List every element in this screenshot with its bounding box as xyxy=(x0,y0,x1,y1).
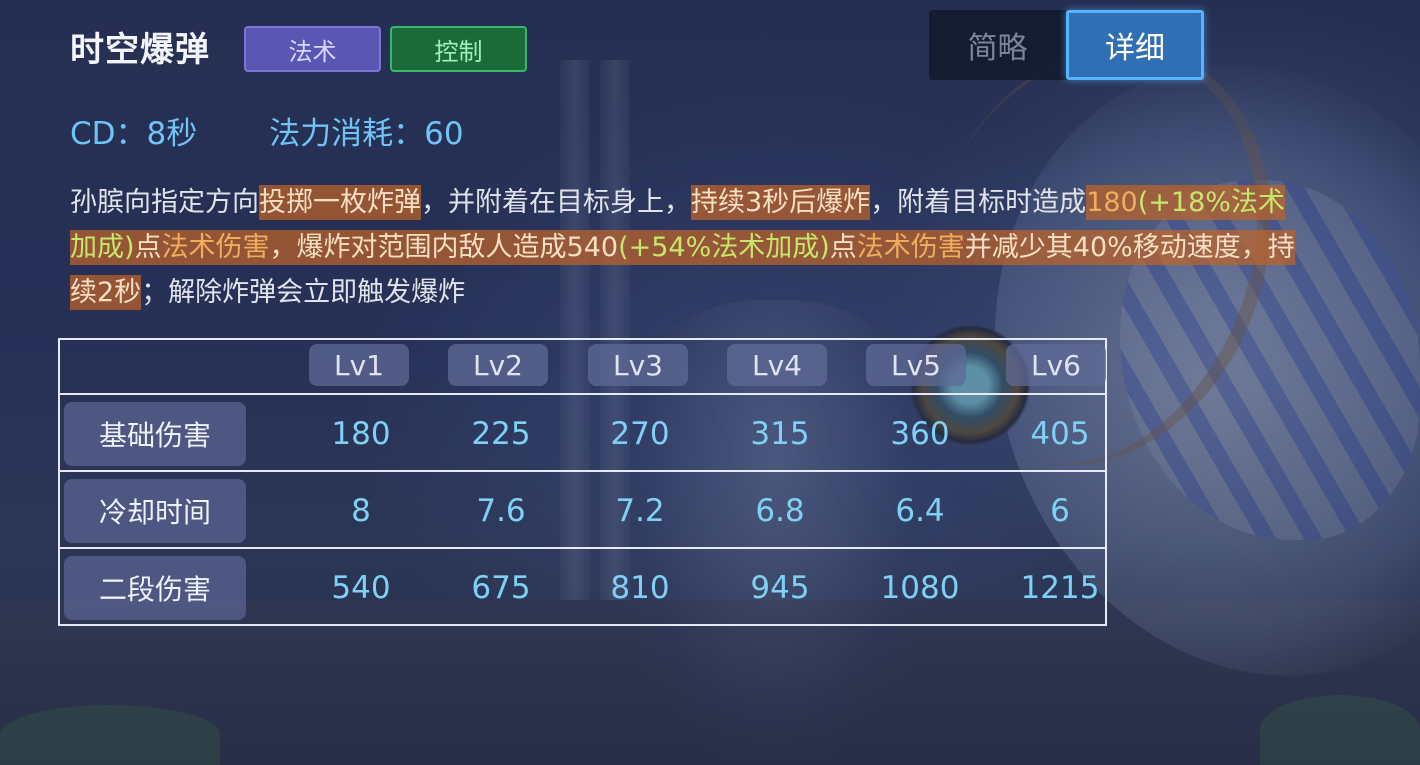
table-cell: 360 xyxy=(890,416,950,452)
table-cell: 675 xyxy=(471,570,531,606)
description-scaling: (+54%法术加成) xyxy=(618,230,830,265)
skill-description: 孙膑向指定方向投掷一枚炸弹，并附着在目标身上，持续3秒后爆炸，附着目标时造成18… xyxy=(70,180,1310,315)
mana-cost-text: 法力消耗：60 xyxy=(269,116,464,152)
level-header-6: Lv6 xyxy=(1006,344,1106,386)
description-damage-value: 180 xyxy=(1086,185,1138,220)
level-header-1: Lv1 xyxy=(309,344,409,386)
description-damage-type: 法术伤害 xyxy=(161,230,270,265)
table-cell: 315 xyxy=(750,416,810,452)
tab-detail[interactable]: 详细 xyxy=(1066,10,1204,80)
table-cell: 225 xyxy=(471,416,531,452)
description-text: 孙膑向指定方向 xyxy=(70,187,259,218)
description-text: ，附着目标时造成 xyxy=(870,187,1087,218)
skill-stats: CD：8秒 法力消耗：60 xyxy=(70,112,464,156)
table-cell: 6 xyxy=(1050,493,1070,529)
skill-name: 时空爆弹 xyxy=(70,30,210,70)
level-header-4: Lv4 xyxy=(727,344,827,386)
skill-tag-control: 控制 xyxy=(390,26,527,72)
view-toggle: 简略 详细 xyxy=(929,10,1204,80)
description-highlight: 并 xyxy=(964,230,992,265)
description-highlight: 投掷一枚炸弹 xyxy=(259,185,421,220)
table-cell: 1215 xyxy=(1020,570,1100,606)
description-highlight: 点 xyxy=(829,230,857,265)
description-highlight: ， xyxy=(269,230,297,265)
description-text: ；解除炸弹会立即触发爆炸 xyxy=(141,277,466,308)
row-label-second-damage: 二段伤害 xyxy=(64,556,246,620)
table-cell: 8 xyxy=(351,493,371,529)
row-label-base-damage: 基础伤害 xyxy=(64,402,246,466)
level-header-5: Lv5 xyxy=(866,344,966,386)
table-cell: 1080 xyxy=(880,570,960,606)
table-cell: 6.4 xyxy=(895,493,945,529)
description-text: ，并附着在目标身上， xyxy=(421,187,691,218)
description-highlight: 持续3秒后爆炸 xyxy=(691,185,871,220)
table-divider xyxy=(58,393,1107,395)
table-cell: 270 xyxy=(610,416,670,452)
table-cell: 7.2 xyxy=(615,493,665,529)
table-cell: 540 xyxy=(331,570,391,606)
level-header-2: Lv2 xyxy=(448,344,548,386)
table-cell: 405 xyxy=(1030,416,1090,452)
cooldown-text: CD：8秒 xyxy=(70,116,198,152)
table-cell: 6.8 xyxy=(755,493,805,529)
tab-brief[interactable]: 简略 xyxy=(929,10,1066,80)
skill-tag-magic: 法术 xyxy=(244,26,381,72)
description-highlight: 爆炸对范围内敌人造成540 xyxy=(296,230,619,265)
table-cell: 180 xyxy=(331,416,391,452)
level-header-3: Lv3 xyxy=(588,344,688,386)
description-highlight: 点 xyxy=(134,230,162,265)
table-cell: 7.6 xyxy=(476,493,526,529)
row-label-cooldown: 冷却时间 xyxy=(64,479,246,543)
table-divider xyxy=(58,547,1107,549)
description-damage-type: 法术伤害 xyxy=(856,230,965,265)
table-cell: 945 xyxy=(750,570,810,606)
table-divider xyxy=(58,470,1107,472)
table-cell: 810 xyxy=(610,570,670,606)
